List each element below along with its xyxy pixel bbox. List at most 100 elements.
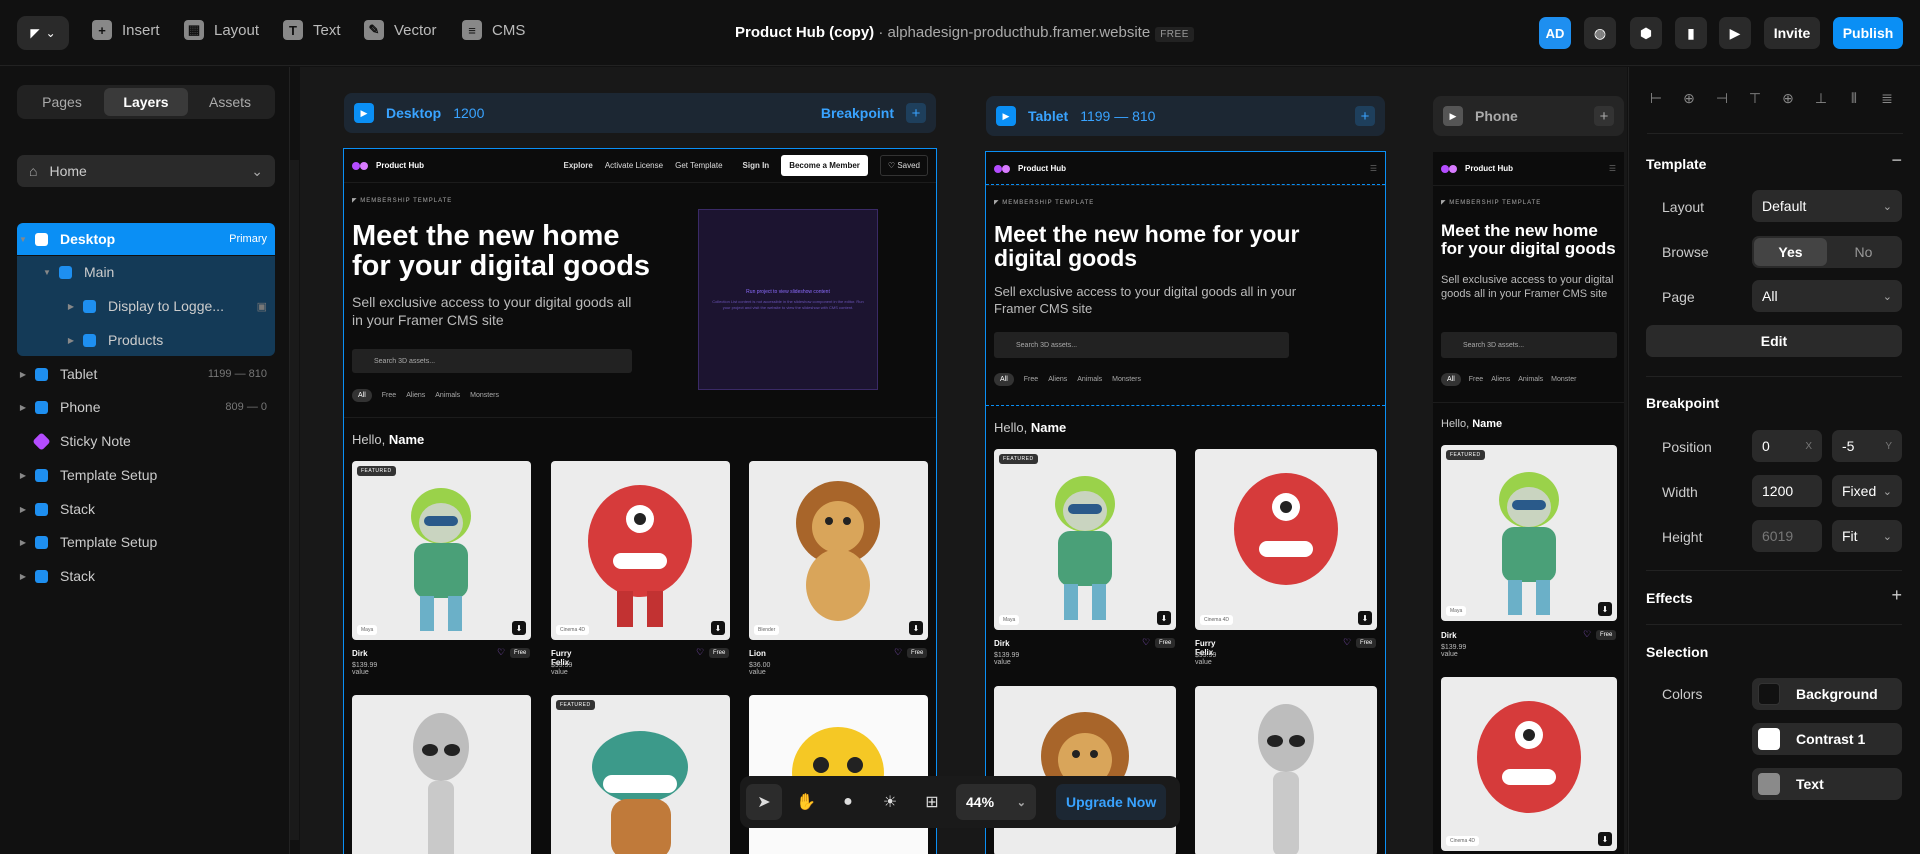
layer-template-setup[interactable]: ▶ Template Setup — [17, 459, 275, 491]
publish-button[interactable]: Publish — [1833, 17, 1903, 49]
pen-icon: ✎ — [364, 20, 384, 40]
cms-label: CMS — [492, 21, 526, 39]
framer-menu-button[interactable]: ◤ ⌄ — [17, 16, 69, 50]
grid-tool-button[interactable]: ⊞ — [914, 784, 950, 820]
phone-breakpoint-label[interactable]: ▶ Phone + — [1433, 96, 1624, 136]
layout-select[interactable]: Default ⌄ — [1752, 190, 1902, 222]
cursor-tool-button[interactable]: ➤ — [746, 784, 782, 820]
collapse-section-button[interactable]: − — [1891, 150, 1902, 171]
upgrade-button[interactable]: Upgrade Now — [1056, 784, 1167, 820]
avatar[interactable]: AD — [1539, 17, 1571, 49]
theme-toggle-button[interactable]: ☀ — [872, 784, 908, 820]
position-x-input[interactable]: 0X — [1752, 430, 1822, 462]
add-breakpoint-button[interactable]: + — [1594, 106, 1614, 126]
page-value: All — [1762, 288, 1778, 304]
align-bottom-icon[interactable]: ⊥ — [1812, 89, 1830, 107]
invite-button[interactable]: Invite — [1764, 17, 1820, 49]
globe-button[interactable]: ◍ — [1584, 17, 1616, 49]
free-badge: Free — [907, 648, 928, 658]
hand-tool-button[interactable]: ✋ — [788, 784, 824, 820]
analytics-button[interactable]: ▮ — [1675, 17, 1707, 49]
layer-stack-2[interactable]: ▶ Stack — [17, 560, 275, 592]
play-icon: ▶ — [996, 106, 1016, 126]
layer-main[interactable]: ▼ Main — [17, 256, 275, 288]
cms-button[interactable]: ≡ CMS — [462, 20, 525, 40]
layer-template-setup-2[interactable]: ▶ Template Setup — [17, 526, 275, 558]
home-icon: ⌂ — [29, 163, 38, 179]
align-center-h-icon[interactable]: ⊕ — [1680, 89, 1698, 107]
browse-no-option[interactable]: No — [1827, 238, 1900, 266]
chip-aliens: Aliens — [1491, 376, 1511, 383]
tablet-breakpoint-label[interactable]: ▶ Tablet 1199 — 810 + — [986, 96, 1385, 136]
align-top-icon[interactable]: ⊤ — [1746, 89, 1764, 107]
chip-all: All — [1441, 373, 1461, 386]
chip-monsters: Monster — [1551, 376, 1577, 383]
vector-button[interactable]: ✎ Vector — [364, 20, 437, 40]
breakpoint-link[interactable]: Breakpoint — [821, 105, 894, 121]
page-select[interactable]: All ⌄ — [1752, 280, 1902, 312]
desktop-breakpoint-label[interactable]: ▶ Desktop 1200 Breakpoint + — [344, 93, 936, 133]
canvas[interactable]: ▶ Desktop 1200 Breakpoint + ▶ Tablet 119… — [300, 67, 1627, 854]
align-center-v-icon[interactable]: ⊕ — [1779, 89, 1797, 107]
layer-desktop[interactable]: ▼ Desktop Primary — [17, 223, 275, 255]
page-select[interactable]: ⌂ Home ⌄ — [17, 155, 275, 187]
height-input[interactable]: 6019 — [1752, 520, 1822, 552]
edit-button[interactable]: Edit — [1646, 325, 1902, 357]
layer-display-to-logged[interactable]: ▶ Display to Logge... ▣ — [17, 290, 275, 322]
layer-tablet[interactable]: ▶ Tablet 1199 — 810 — [17, 358, 275, 390]
zoom-select[interactable]: 44% ⌄ — [956, 784, 1036, 820]
color-contrast-1[interactable]: Contrast 1 — [1752, 723, 1902, 755]
tab-assets[interactable]: Assets — [188, 88, 272, 116]
grey-alien-figure-icon — [1258, 704, 1314, 854]
distribute-h-icon[interactable]: ⫴ — [1845, 89, 1863, 107]
heart-icon: ♡ — [696, 647, 705, 657]
layer-sticky-note[interactable]: Sticky Note — [17, 425, 275, 457]
heart-icon: ♡ — [497, 647, 506, 657]
download-icon: ⬇ — [909, 621, 923, 635]
add-breakpoint-button[interactable]: + — [906, 103, 926, 123]
text-button[interactable]: T Text — [283, 20, 341, 40]
menu-icon: ☰ — [1369, 164, 1377, 173]
browse-yes-option[interactable]: Yes — [1754, 238, 1827, 266]
settings-button[interactable]: ⬢ — [1630, 17, 1662, 49]
caret-right-icon: ▶ — [19, 537, 27, 547]
phone-frame[interactable]: Product Hub ☰ ◤ MEMBERSHIP TEMPLATE Meet… — [1433, 152, 1624, 854]
software-badge: Maya — [1446, 606, 1467, 616]
width-input[interactable]: 1200 — [1752, 475, 1822, 507]
product-name: Dirk — [352, 649, 368, 658]
caret-right-icon: ▶ — [19, 402, 27, 412]
grey-alien-figure-icon — [413, 713, 469, 854]
position-y-input[interactable]: -5 Y — [1832, 430, 1902, 462]
tab-layers[interactable]: Layers — [104, 88, 188, 116]
width-mode-select[interactable]: Fixed ⌄ — [1832, 475, 1902, 507]
comment-tool-button[interactable]: ● — [830, 784, 866, 820]
frame-icon — [35, 400, 48, 414]
filter-chips: All Free Aliens Animals Monsters — [994, 373, 1141, 386]
distribute-v-icon[interactable]: ≣ — [1878, 89, 1896, 107]
insert-button[interactable]: + Insert — [92, 20, 160, 40]
divider — [1646, 570, 1902, 571]
color-swatch — [1758, 773, 1780, 795]
preview-button[interactable]: ▶ — [1719, 17, 1751, 49]
tablet-frame[interactable]: Product Hub ☰ ◤ MEMBERSHIP TEMPLATE Meet… — [985, 151, 1386, 854]
database-icon: ≡ — [462, 20, 482, 40]
color-background[interactable]: Background — [1752, 678, 1902, 710]
height-mode-select[interactable]: Fit ⌄ — [1832, 520, 1902, 552]
layer-phone[interactable]: ▶ Phone 809 — 0 — [17, 391, 275, 423]
layer-label: Tablet — [60, 366, 98, 382]
divider — [1433, 402, 1624, 403]
layer-stack[interactable]: ▶ Stack — [17, 493, 275, 525]
product-image: FEATURED — [551, 695, 730, 854]
layer-products[interactable]: ▶ Products — [17, 324, 275, 356]
layout-button[interactable]: ▦ Layout — [184, 20, 259, 40]
tab-pages[interactable]: Pages — [20, 88, 104, 116]
project-title[interactable]: Product Hub (copy) · alphadesign-product… — [735, 24, 1194, 42]
hero-subline: Sell exclusive access to your digital go… — [1441, 274, 1614, 301]
color-text[interactable]: Text — [1752, 768, 1902, 800]
add-breakpoint-button[interactable]: + — [1355, 106, 1375, 126]
align-left-icon[interactable]: ⊢ — [1647, 89, 1665, 107]
add-effect-button[interactable]: + — [1891, 585, 1902, 606]
align-right-icon[interactable]: ⊣ — [1713, 89, 1731, 107]
layers-scrollbar[interactable] — [290, 160, 299, 840]
desktop-frame[interactable]: Product Hub Explore Activate License Get… — [343, 148, 937, 854]
